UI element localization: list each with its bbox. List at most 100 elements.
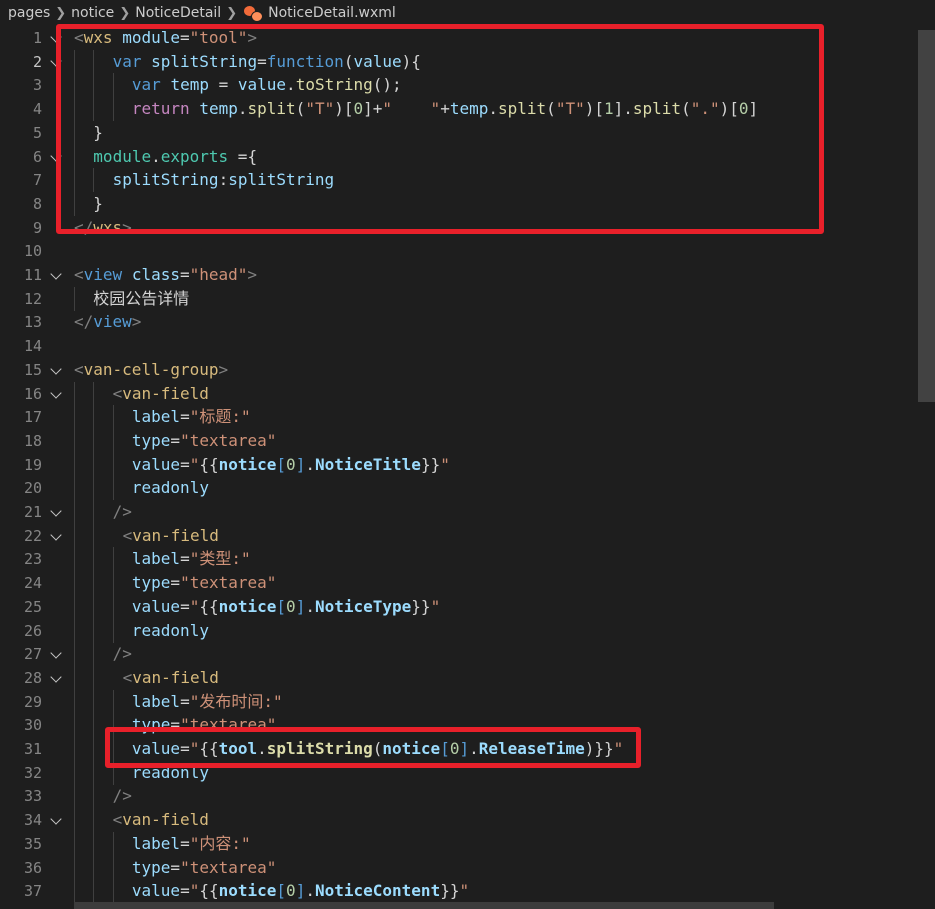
code-token: van-field [132,525,219,545]
code-token: van-cell-group [83,359,219,379]
line-number: 18 [23,431,42,450]
breadcrumb-item-notice[interactable]: notice [71,5,114,21]
code-line-11[interactable]: 11 <view class="head"> [0,263,918,287]
code-token: = [180,833,190,853]
line-number: 19 [23,455,42,474]
indent-guide [93,428,95,453]
code-token: {{ [199,596,219,616]
code-line-21[interactable]: 21 /> [0,500,918,524]
code-line-29[interactable]: 29 label="发布时间:" [0,689,918,714]
code-line-12[interactable]: 12 校园公告详情 [0,286,918,311]
line-number: 17 [23,408,42,427]
indent-guide [112,452,114,477]
code-line-20[interactable]: 20 readonly [0,476,918,501]
code-token: = [180,454,190,474]
code-token: = [170,430,181,450]
code-token: notice [218,596,277,616]
indent-guide [112,689,114,714]
code-token: [ [276,454,287,474]
indent-guide [93,784,95,809]
breadcrumb-item-pages[interactable]: pages [8,5,50,21]
vertical-scrollbar-thumb[interactable] [918,30,935,402]
indent-guide [93,452,95,477]
code-text: label="发布时间:" [132,690,283,714]
indent-guide [74,594,75,619]
code-line-17[interactable]: 17 label="标题:" [0,405,918,430]
code-token: < [122,667,133,687]
line-number: 2 [32,52,42,71]
code-token: . [305,881,315,901]
indent-guide [74,665,75,690]
indent-guide [93,808,95,833]
code-token: < [122,525,133,545]
code-token: class [131,265,180,284]
code-line-24[interactable]: 24 type="textarea" [0,571,918,596]
line-number: 1 [32,29,42,47]
line-number: 24 [23,574,42,593]
indent-guide [74,500,75,524]
code-line-18[interactable]: 18 type="textarea" [0,428,918,453]
code-text: <van-field [123,666,219,690]
indent-guide [93,642,95,667]
fold-chevron-icon[interactable] [50,386,62,399]
code-token: "textarea" [180,430,277,450]
code-line-13[interactable]: 13 </view> [0,310,918,334]
code-token: NoticeType [314,596,412,616]
indent-guide [93,760,95,785]
code-line-19[interactable]: 19 value="{{notice[0].NoticeTitle}}" [0,452,918,477]
fold-chevron-icon[interactable] [50,363,62,375]
code-line-14[interactable]: 14 [0,334,918,358]
code-line-16[interactable]: 16 <van-field [0,381,918,406]
fold-chevron-icon[interactable] [50,505,62,517]
line-number: 32 [23,763,42,782]
line-number: 13 [23,313,42,332]
code-token: value [131,596,181,616]
code-text: label="标题:" [132,405,251,429]
indent-guide [93,405,95,430]
line-number: 31 [23,740,42,758]
indent-guide [112,831,114,856]
code-text: value="{{notice[0].NoticeContent}}" [132,879,469,903]
code-token: > [247,265,258,284]
code-line-33[interactable]: 33 /> [0,784,918,809]
code-line-37[interactable]: 37 value="{{notice[0].NoticeContent}}" [0,879,918,904]
indent-guide [112,571,114,596]
code-line-35[interactable]: 35 label="内容:" [0,831,918,856]
code-token: view [83,265,123,284]
code-token: < [112,383,123,403]
code-line-27[interactable]: 27 /> [0,642,918,667]
code-line-22[interactable]: 22 <van-field [0,523,918,548]
code-line-23[interactable]: 23 label="类型:" [0,547,918,572]
code-token: van-field [122,383,209,403]
code-line-25[interactable]: 25 value="{{notice[0].NoticeType}}" [0,594,918,619]
indent-guide [93,571,95,596]
code-line-34[interactable]: 34 <van-field [0,808,918,833]
indent-guide [93,665,95,690]
line-number: 11 [23,266,42,284]
code-line-36[interactable]: 36 type="textarea" [0,855,918,880]
code-token: NoticeTitle [314,454,421,474]
indent-guide [74,784,75,809]
fold-chevron-icon[interactable] [50,268,62,280]
indent-guide [74,618,75,643]
fold-chevron-icon[interactable] [50,529,62,541]
breadcrumb-item-file[interactable]: NoticeDetail.wxml [268,5,396,21]
code-line-26[interactable]: 26 readonly [0,618,918,643]
code-text: <van-cell-group> [74,358,228,382]
indent-guide [112,476,114,501]
line-number: 6 [32,147,42,166]
fold-chevron-icon[interactable] [50,813,62,825]
code-line-28[interactable]: 28 <van-field [0,665,918,690]
fold-chevron-icon[interactable] [50,647,62,659]
code-line-15[interactable]: 15 <van-cell-group> [0,358,918,382]
fold-chevron-icon[interactable] [50,671,62,683]
line-number: 22 [23,526,42,545]
code-token: "发布时间:" [189,691,283,711]
breadcrumb-item-noticedetail[interactable]: NoticeDetail [135,5,221,21]
horizontal-scrollbar[interactable] [74,902,774,909]
code-token: view [93,312,132,332]
code-line-10[interactable]: 10 [0,239,918,263]
code-token: [ [276,881,287,901]
code-token: " [189,454,200,474]
line-number: 20 [23,479,42,498]
